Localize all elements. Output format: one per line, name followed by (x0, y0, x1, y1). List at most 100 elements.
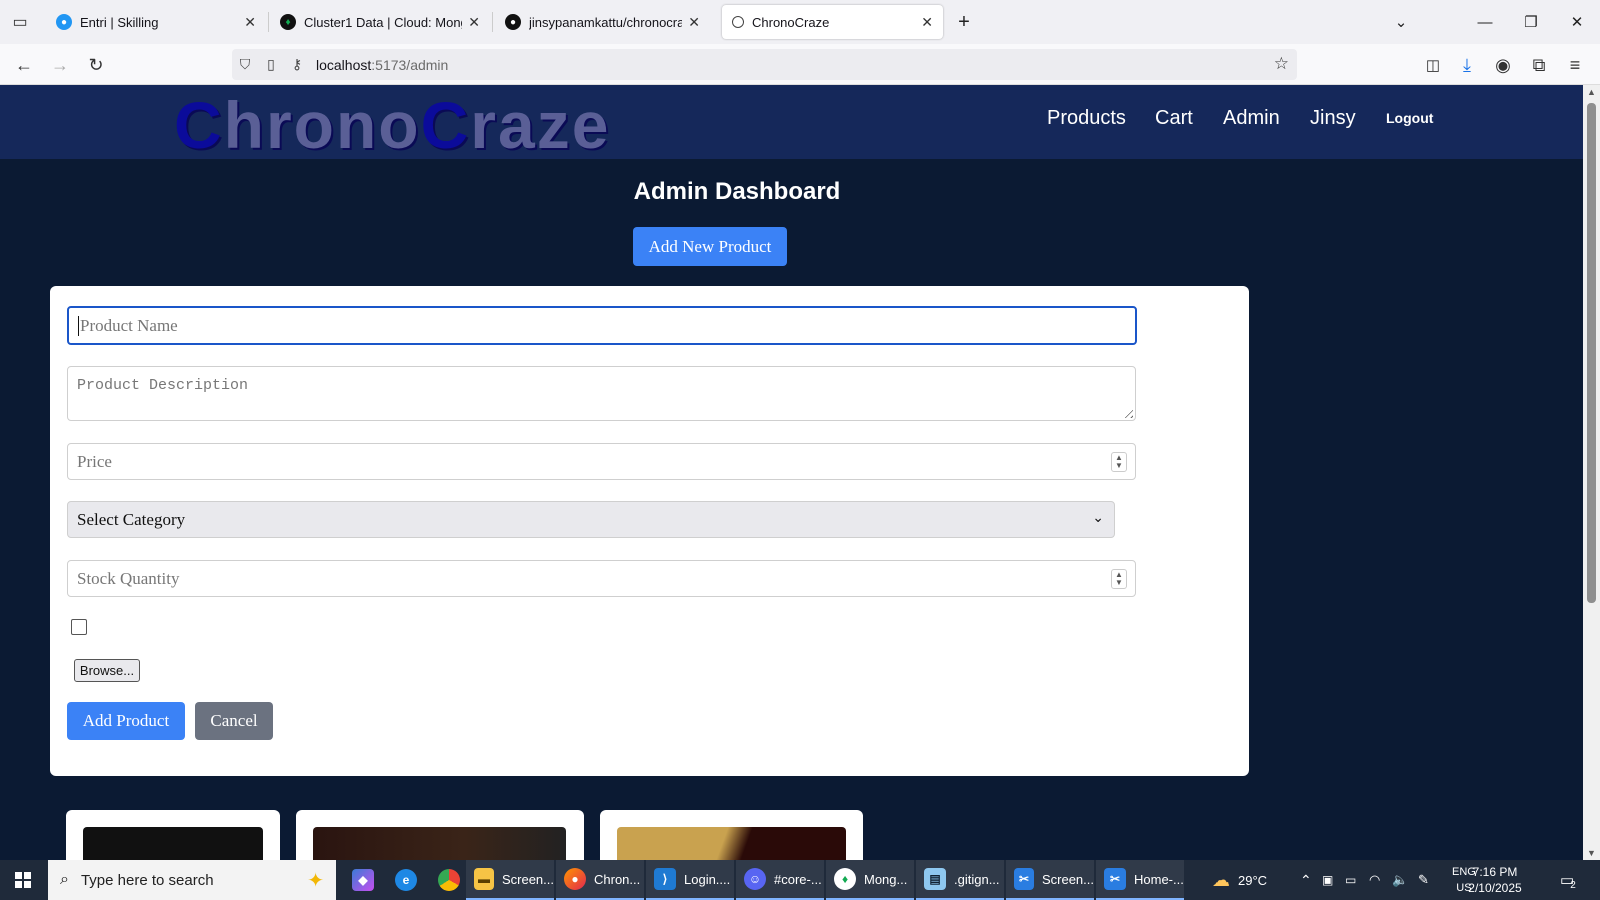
product-card[interactable] (296, 810, 584, 860)
number-spinner-icon[interactable]: ▲ ▼ (1111, 569, 1127, 589)
taskbar-app-vscode[interactable]: ⟩ Login.... (646, 860, 734, 900)
reload-icon[interactable]: ↻ (83, 52, 109, 78)
product-description-textarea[interactable]: Product Description (67, 366, 1136, 421)
product-checkbox[interactable] (71, 619, 87, 635)
close-icon[interactable]: ✕ (688, 14, 700, 31)
scroll-up-icon[interactable]: ▲ (1583, 87, 1600, 97)
taskbar-app-snipping[interactable]: ✂ Screen... (1006, 860, 1094, 900)
close-icon[interactable]: ✕ (921, 14, 933, 31)
sparkle-icon: ✦ (307, 869, 324, 892)
add-new-product-button[interactable]: Add New Product (633, 227, 787, 266)
number-spinner-icon[interactable]: ▲ ▼ (1111, 452, 1127, 472)
taskbar-app-mongodb[interactable]: ♦ Mong... (826, 860, 914, 900)
notification-count: 2 (1570, 879, 1576, 891)
browser-nav-bar: ← → ↻ ⛉ ▯ ⚷ localhost:5173/admin ☆ ◫ ⤓ ◉… (0, 44, 1600, 85)
tab-chronocraze[interactable]: ChronoCraze ✕ (722, 5, 943, 39)
nav-products-link[interactable]: Products (1047, 107, 1126, 130)
shield-icon[interactable]: ⛉ (232, 56, 258, 73)
url-path: :5173/admin (371, 56, 449, 73)
scroll-down-icon[interactable]: ▼ (1583, 848, 1600, 858)
close-icon[interactable]: ✕ (468, 14, 480, 31)
forward-arrow-icon[interactable]: → (47, 52, 73, 78)
key-icon[interactable]: ⚷ (284, 56, 310, 73)
firefox-icon: ● (564, 868, 586, 890)
add-product-button[interactable]: Add Product (67, 702, 185, 740)
taskbar-app-discord[interactable]: ☺ #core-... (736, 860, 824, 900)
wifi-icon[interactable]: ◠ (1369, 860, 1380, 900)
taskbar-app-snipping-2[interactable]: ✂ Home-... (1096, 860, 1184, 900)
search-placeholder: Type here to search (80, 871, 214, 889)
restore-icon[interactable]: ❐ (1508, 0, 1554, 44)
mongodb-leaf-icon: ♦ (280, 14, 296, 30)
app-label: Screen... (501, 871, 554, 887)
logo-letter: C (420, 88, 471, 162)
cancel-button[interactable]: Cancel (195, 702, 273, 740)
category-select[interactable]: Select Category ⌄ (67, 501, 1115, 538)
chevron-down-icon[interactable]: ⌄ (1378, 0, 1424, 44)
weather-widget[interactable]: ☁ 29°C (1212, 860, 1267, 900)
account-icon[interactable]: ◉ (1490, 52, 1516, 78)
chrome-icon[interactable] (430, 860, 468, 900)
close-icon[interactable]: ✕ (244, 14, 256, 31)
copilot-icon[interactable]: ◆ (344, 860, 382, 900)
logo-letter: C (174, 88, 224, 162)
stock-quantity-input[interactable]: Stock Quantity ▲ ▼ (67, 560, 1136, 597)
tab-entri[interactable]: ● Entri | Skilling ✕ (46, 5, 266, 39)
volume-icon[interactable]: 🔈 (1392, 860, 1408, 900)
system-clock[interactable]: 7:16 PM 2/10/2025 (1460, 864, 1530, 896)
edge-icon[interactable]: e (387, 860, 425, 900)
nav-admin-link[interactable]: Admin (1223, 107, 1280, 130)
product-card[interactable] (66, 810, 280, 860)
meet-now-icon[interactable]: ▣ (1322, 860, 1333, 900)
tab-github[interactable]: ● jinsypanamkattu/chronocraze ✕ (495, 5, 710, 39)
app-label: .gitign... (954, 871, 1000, 887)
notification-icon[interactable]: ▭ 2 (1560, 860, 1576, 900)
product-name-input[interactable]: Product Name (67, 306, 1137, 345)
resize-handle-icon[interactable] (1121, 406, 1133, 418)
close-window-icon[interactable]: ✕ (1554, 0, 1600, 44)
taskbar-app-notepad[interactable]: ▤ .gitign... (916, 860, 1004, 900)
bookmark-star-icon[interactable]: ☆ (1274, 54, 1289, 74)
page-icon[interactable]: ▯ (258, 56, 284, 73)
windows-start-icon[interactable] (0, 860, 46, 900)
file-browse-button[interactable]: Browse... (74, 659, 140, 682)
snipping-tool-icon: ✂ (1014, 868, 1034, 890)
weather-cloud-sun-icon: ☁ (1212, 869, 1230, 890)
nav-user-link[interactable]: Jinsy (1310, 107, 1356, 130)
back-arrow-icon[interactable]: ← (11, 52, 37, 78)
pen-icon[interactable]: ✎ (1418, 860, 1429, 900)
extensions-icon[interactable]: ⧉ (1526, 52, 1552, 78)
product-image (83, 827, 263, 860)
app-label: Home-... (1134, 871, 1184, 887)
new-tab-icon[interactable]: + (941, 0, 987, 44)
battery-icon[interactable]: ▭ (1345, 860, 1356, 900)
taskbar-app-firefox[interactable]: ● Chron... (556, 860, 644, 900)
nav-cart-link[interactable]: Cart (1155, 107, 1193, 130)
menu-icon[interactable]: ≡ (1562, 52, 1588, 78)
taskbar-app-explorer[interactable]: ▬ Screen... (466, 860, 554, 900)
clock-time: 7:16 PM (1472, 865, 1518, 879)
pocket-icon[interactable]: ◫ (1420, 52, 1446, 78)
tab-list-icon[interactable]: ▭ (0, 0, 40, 44)
page-scrollbar[interactable]: ▲ ▼ (1583, 85, 1600, 860)
scrollbar-thumb[interactable] (1587, 103, 1596, 603)
tab-title: Entri | Skilling (80, 14, 159, 30)
minimize-icon[interactable]: — (1462, 0, 1508, 44)
clock-date: 2/10/2025 (1468, 881, 1522, 895)
chevron-down-icon: ⌄ (1092, 511, 1104, 526)
tab-title: jinsypanamkattu/chronocraze (529, 14, 683, 30)
url-bar[interactable]: ⛉ ▯ ⚷ localhost:5173/admin ☆ (232, 49, 1297, 80)
product-card[interactable] (600, 810, 863, 860)
tab-mongodb[interactable]: ♦ Cluster1 Data | Cloud: MongoDB ✕ (270, 5, 490, 39)
chevron-up-icon[interactable]: ⌃ (1300, 860, 1312, 900)
logout-link[interactable]: Logout (1386, 110, 1433, 126)
site-logo[interactable]: ChronoCraze (174, 87, 610, 163)
app-label: #core-... (774, 871, 822, 887)
price-input[interactable]: Price ▲ ▼ (67, 443, 1136, 480)
app-label: Screen... (1041, 871, 1094, 887)
taskbar-search-input[interactable]: ⌕ Type here to search ✦ (48, 860, 336, 900)
app-label: Chron... (594, 871, 641, 887)
file-explorer-icon: ▬ (474, 868, 494, 890)
weather-temp: 29°C (1238, 872, 1268, 888)
download-icon[interactable]: ⤓ (1454, 52, 1480, 78)
